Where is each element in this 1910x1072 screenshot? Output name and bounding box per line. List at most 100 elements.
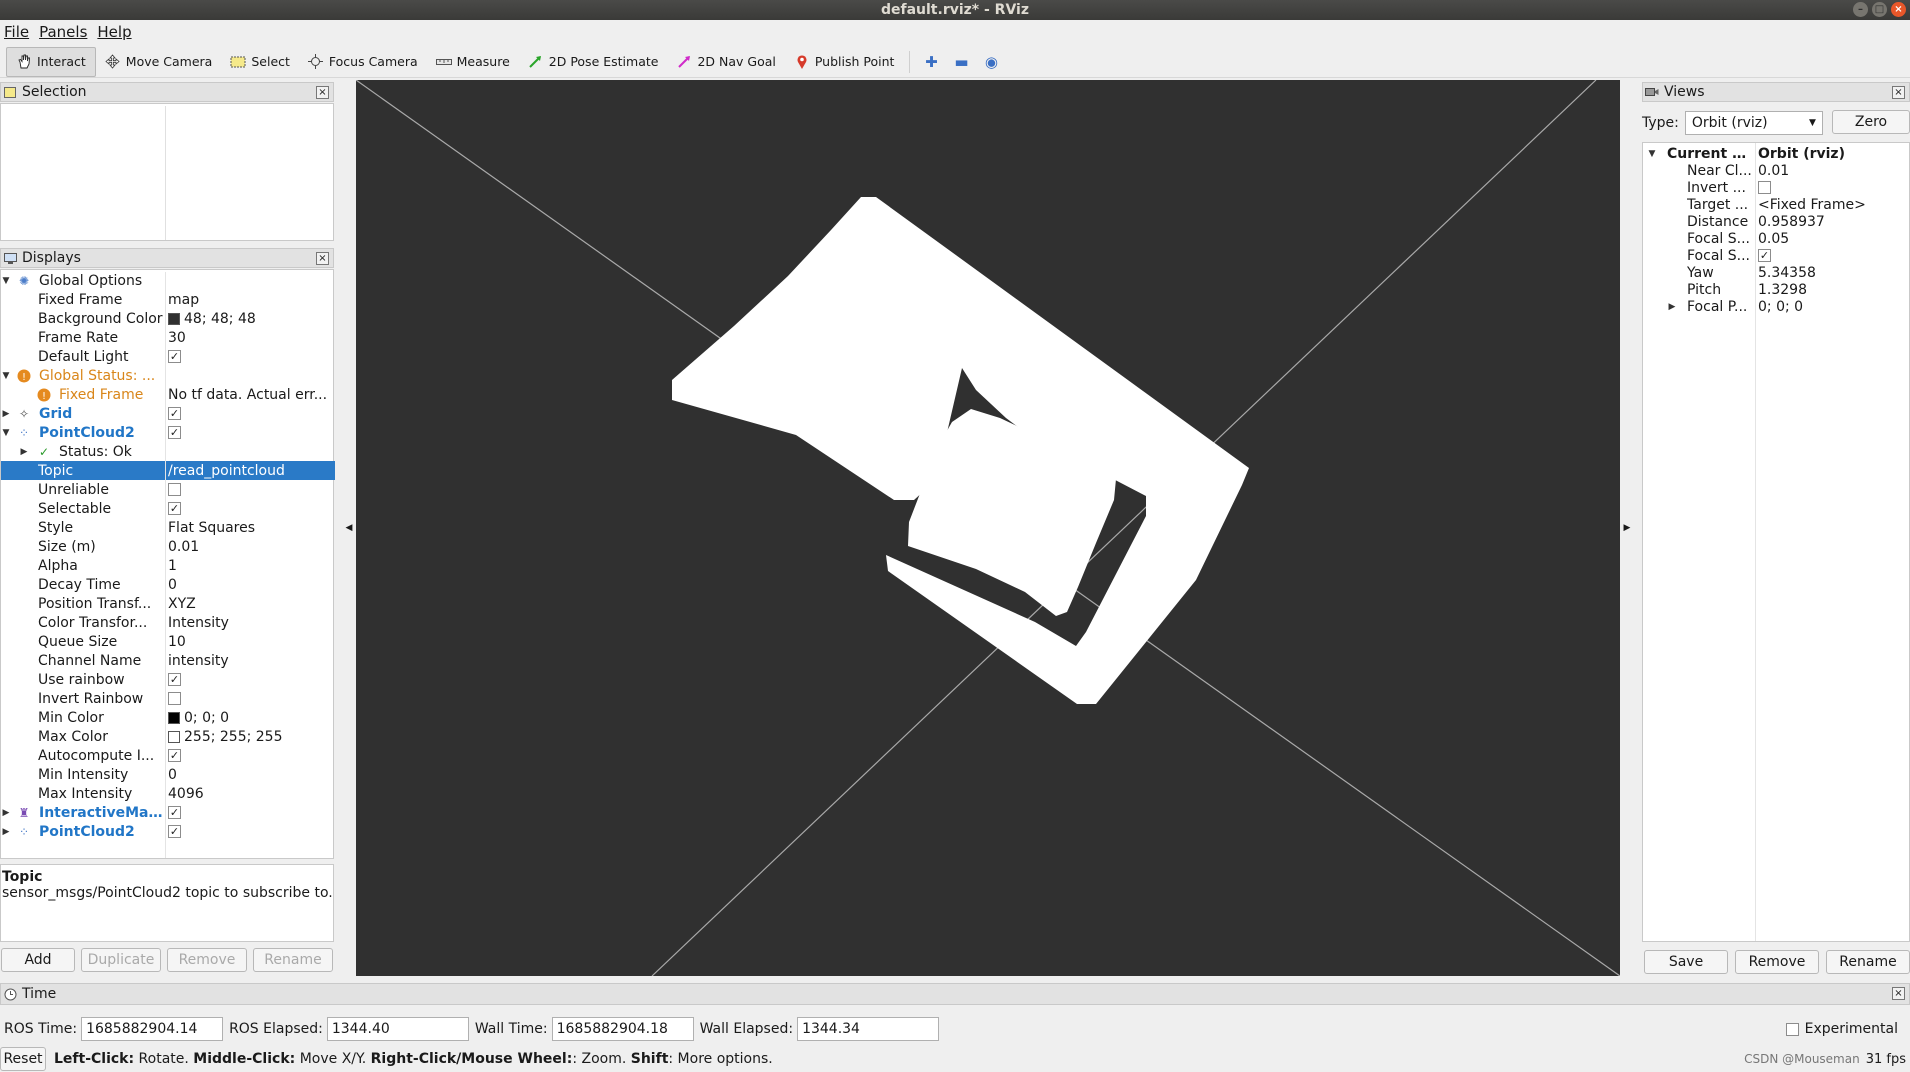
menu-file[interactable]: File [2, 23, 37, 41]
selection-close-icon[interactable]: × [316, 86, 329, 99]
save-view-button[interactable]: Save [1644, 950, 1728, 974]
fixed-frame-value[interactable]: map [168, 292, 199, 308]
tree-row-max-intensity[interactable]: Max Intensity 4096 [1, 784, 335, 803]
menu-help[interactable]: Help [95, 23, 139, 41]
ros-time-field[interactable]: 1685882904.14 [81, 1017, 224, 1041]
target-frame-value[interactable]: <Fixed Frame> [1758, 197, 1866, 213]
selectable-checkbox[interactable]: ✓ [168, 502, 181, 515]
position-transformer-value[interactable]: XYZ [168, 596, 196, 612]
queue-size-value[interactable]: 10 [168, 634, 186, 650]
tree-row-fixed-frame[interactable]: Fixed Frame map [1, 290, 335, 309]
pointcloud2-enabled-checkbox[interactable]: ✓ [168, 426, 181, 439]
tool-measure[interactable]: Measure [427, 47, 519, 77]
expand-arrow-icon[interactable]: ▶ [1, 808, 11, 818]
tree-row-use-rainbow[interactable]: Use rainbow ✓ [1, 670, 335, 689]
tree-row-global-options[interactable]: ▼ ✺ Global Options [1, 271, 335, 290]
tree-row-status-ok[interactable]: ▶ ✓ Status: Ok [1, 442, 335, 461]
decay-time-value[interactable]: 0 [168, 577, 177, 593]
topic-value[interactable]: /read_pointcloud [168, 463, 285, 479]
tree-row-pointcloud2[interactable]: ▼ ⁘ PointCloud2 ✓ [1, 423, 335, 442]
pointcloud2-second-checkbox[interactable]: ✓ [168, 825, 181, 838]
time-close-icon[interactable]: × [1892, 987, 1905, 1000]
tool-focus-camera[interactable]: Focus Camera [299, 47, 427, 77]
tree-row-topic[interactable]: Topic /read_pointcloud [1, 461, 335, 480]
camera-type-icon[interactable]: ◉ [976, 48, 1006, 76]
focal-shape-size-value[interactable]: 0.05 [1758, 231, 1789, 247]
collapse-arrow-icon[interactable]: ▼ [1, 276, 11, 286]
tree-row-size[interactable]: Size (m) 0.01 [1, 537, 335, 556]
view-row-focal-point[interactable]: ▶ Focal P... 0; 0; 0 [1643, 297, 1909, 316]
remove-tool-icon[interactable]: ▬ [946, 48, 976, 76]
focal-shape-fixed-checkbox[interactable]: ✓ [1758, 249, 1771, 262]
min-intensity-value[interactable]: 0 [168, 767, 177, 783]
left-panel-collapse-handle[interactable]: ◀ [343, 80, 355, 976]
default-light-checkbox[interactable]: ✓ [168, 350, 181, 363]
zero-view-button[interactable]: Zero [1832, 110, 1910, 134]
add-tool-icon[interactable]: ✚ [916, 48, 946, 76]
tree-row-channel-name[interactable]: Channel Name intensity [1, 651, 335, 670]
remove-view-button[interactable]: Remove [1735, 950, 1819, 974]
wall-elapsed-field[interactable]: 1344.34 [797, 1017, 940, 1041]
frame-rate-value[interactable]: 30 [168, 330, 186, 346]
pitch-value[interactable]: 1.3298 [1758, 282, 1807, 298]
style-value[interactable]: Flat Squares [168, 520, 255, 536]
render-viewport[interactable] [356, 80, 1620, 976]
wall-time-field[interactable]: 1685882904.18 [551, 1017, 694, 1041]
maximize-icon[interactable]: □ [1872, 2, 1887, 17]
experimental-toggle[interactable]: Experimental [1785, 1021, 1898, 1037]
collapse-arrow-icon[interactable]: ▼ [1, 371, 11, 381]
tool-publish-point[interactable]: Publish Point [785, 47, 904, 77]
collapse-arrow-icon[interactable]: ▼ [1, 428, 11, 438]
distance-value[interactable]: 0.958937 [1758, 214, 1825, 230]
rename-view-button[interactable]: Rename [1826, 950, 1910, 974]
max-color-value[interactable]: 255; 255; 255 [168, 729, 283, 745]
invert-rainbow-checkbox[interactable] [168, 692, 181, 705]
expand-arrow-icon[interactable]: ▶ [1, 409, 11, 419]
tree-row-invert-rainbow[interactable]: Invert Rainbow [1, 689, 335, 708]
focal-point-value[interactable]: 0; 0; 0 [1758, 299, 1803, 315]
tree-row-interactive-markers[interactable]: ▶ ♜ InteractiveMar... ✓ [1, 803, 335, 822]
near-clip-value[interactable]: 0.01 [1758, 163, 1789, 179]
interactive-markers-checkbox[interactable]: ✓ [168, 806, 181, 819]
tree-row-default-light[interactable]: Default Light ✓ [1, 347, 335, 366]
tree-row-autocompute-intensity[interactable]: Autocompute I... ✓ [1, 746, 335, 765]
tool-move-camera[interactable]: Move Camera [96, 47, 222, 77]
tool-select[interactable]: Select [221, 47, 299, 77]
alpha-value[interactable]: 1 [168, 558, 177, 574]
tree-row-pointcloud2-second[interactable]: ▶ ⁘ PointCloud2 ✓ [1, 822, 335, 841]
tree-row-unreliable[interactable]: Unreliable [1, 480, 335, 499]
tree-row-global-status[interactable]: ▼ ! Global Status: ... [1, 366, 335, 385]
background-color-value[interactable]: 48; 48; 48 [168, 311, 256, 327]
tree-row-position-transformer[interactable]: Position Transf... XYZ [1, 594, 335, 613]
remove-display-button[interactable]: Remove [167, 948, 247, 972]
autocompute-checkbox[interactable]: ✓ [168, 749, 181, 762]
collapse-arrow-icon[interactable]: ▼ [1647, 149, 1657, 159]
add-display-button[interactable]: Add [1, 948, 75, 972]
minimize-icon[interactable]: – [1853, 2, 1868, 17]
use-rainbow-checkbox[interactable]: ✓ [168, 673, 181, 686]
tool-2d-pose-estimate[interactable]: 2D Pose Estimate [519, 47, 668, 77]
right-panel-collapse-handle[interactable]: ▶ [1621, 80, 1633, 976]
yaw-value[interactable]: 5.34358 [1758, 265, 1816, 281]
displays-close-icon[interactable]: × [316, 252, 329, 265]
invert-z-checkbox[interactable] [1758, 181, 1771, 194]
tree-row-queue-size[interactable]: Queue Size 10 [1, 632, 335, 651]
tree-row-min-intensity[interactable]: Min Intensity 0 [1, 765, 335, 784]
duplicate-display-button[interactable]: Duplicate [81, 948, 161, 972]
tool-interact[interactable]: Interact [6, 46, 96, 77]
tree-row-max-color[interactable]: Max Color 255; 255; 255 [1, 727, 335, 746]
reset-button[interactable]: Reset [0, 1047, 46, 1071]
tree-row-style[interactable]: Style Flat Squares [1, 518, 335, 537]
tree-row-min-color[interactable]: Min Color 0; 0; 0 [1, 708, 335, 727]
tree-row-frame-rate[interactable]: Frame Rate 30 [1, 328, 335, 347]
grid-enabled-checkbox[interactable]: ✓ [168, 407, 181, 420]
rename-display-button[interactable]: Rename [253, 948, 333, 972]
menu-panels[interactable]: Panels [37, 23, 95, 41]
tree-row-grid[interactable]: ▶ ✧ Grid ✓ [1, 404, 335, 423]
expand-arrow-icon[interactable]: ▶ [1667, 302, 1677, 312]
experimental-checkbox[interactable] [1785, 1022, 1799, 1036]
views-close-icon[interactable]: × [1892, 86, 1905, 99]
tree-row-color-transformer[interactable]: Color Transfor... Intensity [1, 613, 335, 632]
tree-row-alpha[interactable]: Alpha 1 [1, 556, 335, 575]
tree-row-fixed-frame-status[interactable]: ! Fixed Frame No tf data. Actual err... [1, 385, 335, 404]
